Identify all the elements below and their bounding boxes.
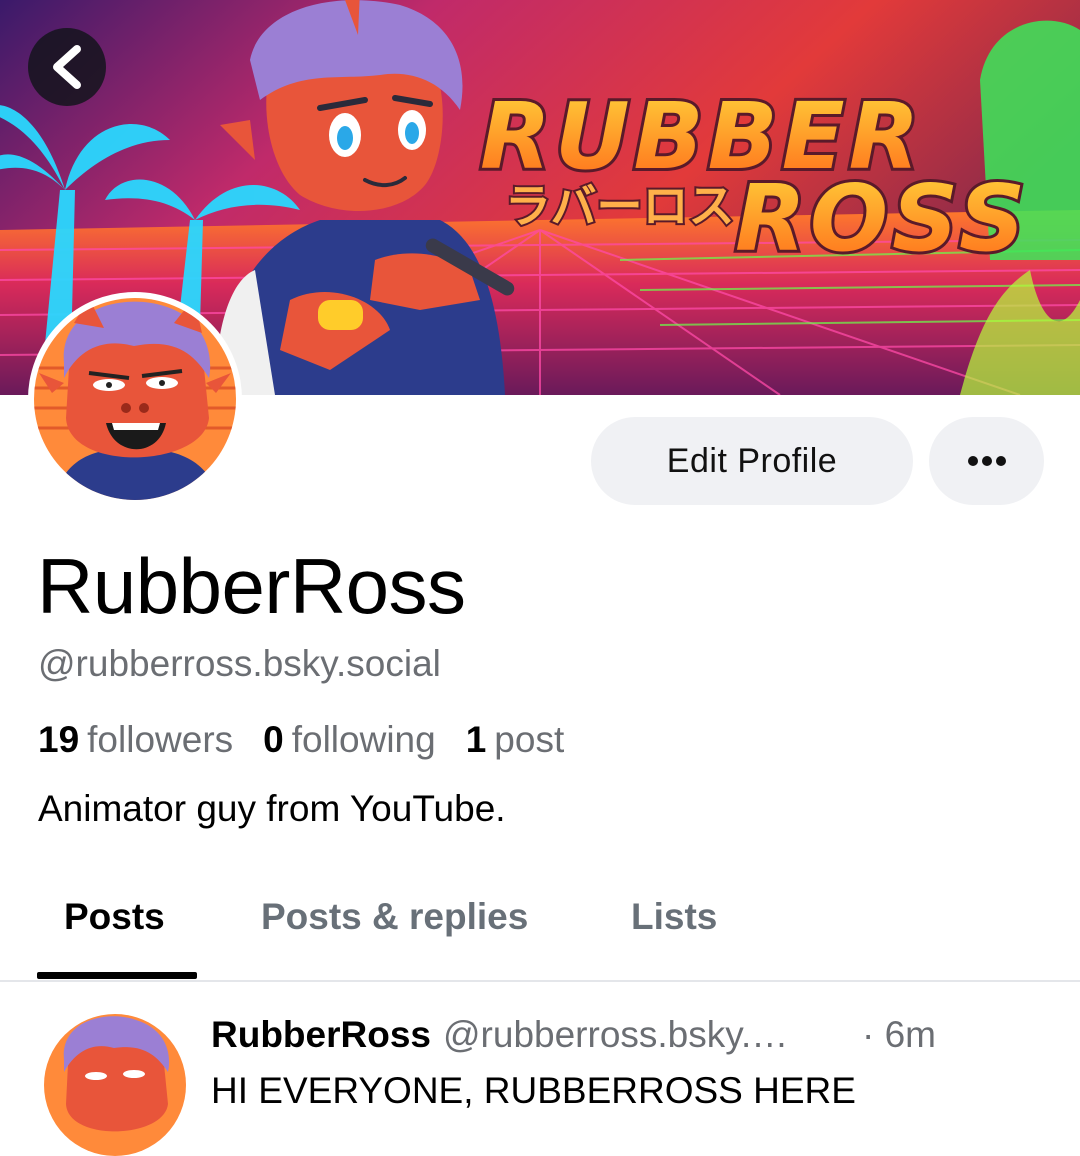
post-header: RubberRoss @rubberross.bsky.… — [211, 1012, 788, 1058]
more-options-button[interactable] — [929, 417, 1044, 505]
post-timestamp[interactable]: · 6m — [862, 1012, 936, 1058]
posts-label: post — [494, 719, 565, 760]
posts-count: 1 — [465, 719, 487, 760]
post-avatar-image — [44, 1014, 186, 1156]
tab-posts[interactable]: Posts — [64, 894, 165, 940]
following-label: following — [291, 719, 436, 760]
edit-profile-button[interactable]: Edit Profile — [591, 417, 913, 505]
tab-lists[interactable]: Lists — [631, 894, 717, 940]
profile-stats: 19 followers 0 following 1 post — [38, 718, 594, 762]
tab-posts-and-replies[interactable]: Posts & replies — [261, 894, 528, 940]
following-count: 0 — [263, 719, 284, 760]
followers-label: followers — [87, 719, 234, 760]
avatar-image — [34, 298, 236, 500]
post-author-handle[interactable]: @rubberross.bsky.… — [443, 1012, 788, 1058]
chevron-left-icon — [53, 45, 81, 89]
followers-stat[interactable]: 19 followers — [38, 718, 233, 762]
profile-bio: Animator guy from YouTube. — [38, 788, 506, 829]
followers-count: 19 — [38, 719, 80, 760]
back-button[interactable] — [28, 28, 106, 106]
posts-stat: 1 post — [466, 718, 565, 762]
profile-avatar[interactable] — [28, 292, 242, 506]
active-tab-indicator — [37, 972, 197, 979]
post-author-avatar[interactable] — [44, 1014, 186, 1156]
profile-display-name: RubberRoss — [37, 542, 466, 630]
post-author-name[interactable]: RubberRoss — [211, 1012, 431, 1058]
profile-tabs: Posts Posts & replies Lists — [0, 880, 1080, 980]
post-text: HI EVERYONE, RUBBERROSS HERE — [211, 1070, 856, 1111]
banner-title-line2: ROSS — [735, 165, 1029, 272]
tabs-divider — [0, 980, 1080, 982]
following-stat[interactable]: 0 following — [263, 718, 436, 762]
ellipsis-icon — [967, 456, 1006, 466]
banner-kana: ラバーロス — [505, 179, 735, 233]
profile-handle: @rubberross.bsky.social — [38, 643, 441, 684]
